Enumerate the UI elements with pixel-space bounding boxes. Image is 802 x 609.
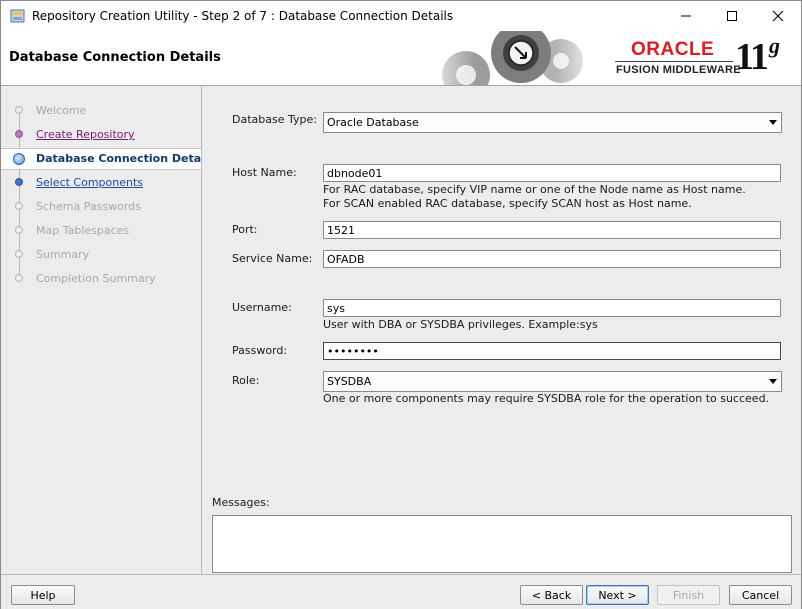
page-title: Database Connection Details xyxy=(9,50,221,65)
installer-window: Repository Creation Utility - Step 2 of … xyxy=(0,0,802,609)
role-value: SYSDBA xyxy=(327,375,372,388)
host-name-hint-scan: For SCAN enabled RAC database, specify S… xyxy=(323,197,692,210)
step-schema-passwords: Schema Passwords xyxy=(1,196,201,218)
password-input[interactable]: •••••••• xyxy=(323,342,781,360)
title-bar: Repository Creation Utility - Step 2 of … xyxy=(1,1,801,31)
oracle-logo: ORACLE xyxy=(631,39,715,60)
host-name-input[interactable]: dbnode01 xyxy=(323,164,781,182)
step-indicator-icon xyxy=(15,130,23,138)
role-label: Role: xyxy=(232,374,260,387)
step-indicator-icon xyxy=(15,106,23,114)
cancel-button[interactable]: Cancel xyxy=(729,585,792,605)
messages-area[interactable] xyxy=(212,515,792,573)
step-welcome: Welcome xyxy=(1,100,201,122)
step-select-components[interactable]: Select Components xyxy=(1,172,201,194)
step-label: Map Tablespaces xyxy=(36,224,130,237)
step-label: Schema Passwords xyxy=(36,200,141,213)
step-label[interactable]: Create Repository xyxy=(36,128,135,141)
username-hint: User with DBA or SYSDBA privileges. Exam… xyxy=(323,318,598,331)
gears-graphic-icon xyxy=(421,31,601,85)
messages-label: Messages: xyxy=(212,496,270,509)
close-button[interactable] xyxy=(755,1,801,31)
window-title: Repository Creation Utility - Step 2 of … xyxy=(32,9,454,23)
step-indicator-icon xyxy=(15,202,23,210)
port-input[interactable]: 1521 xyxy=(323,221,781,239)
step-label: Summary xyxy=(36,248,90,261)
dropdown-arrow-icon xyxy=(769,379,777,384)
password-label: Password: xyxy=(232,344,288,357)
steps-sidebar: Welcome Create Repository Database Conne… xyxy=(1,86,215,574)
step-label: Database Connection Details xyxy=(36,152,216,165)
app-icon xyxy=(10,9,25,23)
step-indicator-icon xyxy=(15,250,23,258)
maximize-button[interactable] xyxy=(709,1,755,31)
step-label: Completion Summary xyxy=(36,272,156,285)
header-banner: Database Connection Details ORACLE FUSIO… xyxy=(1,31,801,86)
dropdown-arrow-icon xyxy=(769,120,777,125)
close-icon xyxy=(772,10,784,22)
help-button[interactable]: Help xyxy=(11,585,75,605)
host-name-hint-rac: For RAC database, specify VIP name or on… xyxy=(323,183,746,196)
step-indicator-icon xyxy=(15,226,23,234)
database-type-value: Oracle Database xyxy=(327,116,419,129)
current-step-icon xyxy=(13,153,25,165)
port-label: Port: xyxy=(232,223,258,236)
username-input[interactable]: sys xyxy=(323,299,781,317)
username-label: Username: xyxy=(232,301,292,314)
service-name-label: Service Name: xyxy=(232,252,313,265)
maximize-icon xyxy=(727,11,737,21)
step-create-repository[interactable]: Create Repository xyxy=(1,124,201,146)
minimize-button[interactable] xyxy=(663,1,709,31)
step-completion-summary: Completion Summary xyxy=(1,268,201,290)
minimize-icon xyxy=(681,15,691,17)
footer-bar: Help < Back Next > Finish Cancel xyxy=(1,574,801,609)
main-content: Database Type: Oracle Database Host Name… xyxy=(202,86,801,574)
step-indicator-icon xyxy=(15,274,23,282)
back-button[interactable]: < Back xyxy=(520,585,583,605)
step-database-connection-details: Database Connection Details xyxy=(1,148,215,170)
step-summary: Summary xyxy=(1,244,201,266)
product-name: FUSION MIDDLEWARE xyxy=(616,64,741,76)
role-hint: One or more components may require SYSDB… xyxy=(323,392,770,405)
step-label[interactable]: Select Components xyxy=(36,176,143,189)
step-label: Welcome xyxy=(36,104,87,117)
next-button[interactable]: Next > xyxy=(586,585,649,605)
role-select[interactable]: SYSDBA xyxy=(323,371,782,392)
finish-button: Finish xyxy=(657,585,720,605)
host-name-label: Host Name: xyxy=(232,166,297,179)
version-number: 11 xyxy=(735,36,769,78)
version-suffix: g xyxy=(769,33,780,58)
database-type-select[interactable]: Oracle Database xyxy=(323,112,782,133)
step-indicator-icon xyxy=(15,178,23,186)
logo-divider xyxy=(615,61,733,62)
step-map-tablespaces: Map Tablespaces xyxy=(1,220,201,242)
service-name-input[interactable]: OFADB xyxy=(323,250,781,268)
database-type-label: Database Type: xyxy=(232,113,317,126)
